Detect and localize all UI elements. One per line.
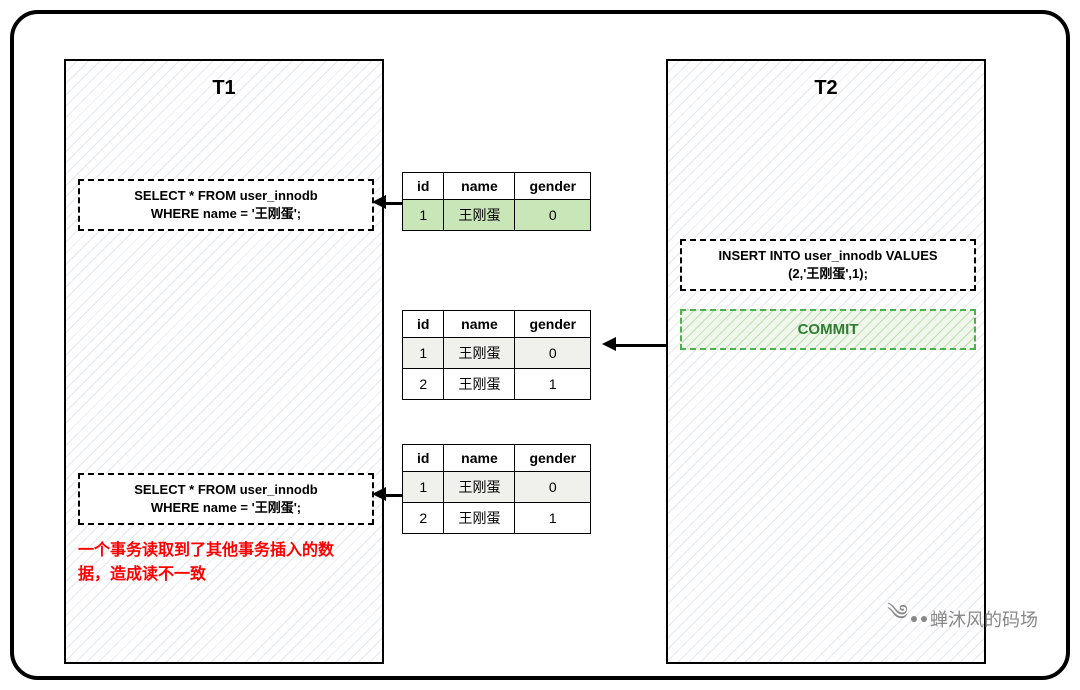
t2-title: T2 (668, 61, 984, 100)
th-name: name (444, 311, 515, 338)
table-row: 1 王刚蛋 0 (403, 200, 591, 231)
cell: 王刚蛋 (444, 338, 515, 369)
t2-insert: INSERT INTO user_innodb VALUES (2,'王刚蛋',… (680, 239, 976, 291)
cell: 1 (403, 338, 444, 369)
watermark: ༄ 蝉沐风的码场 (887, 588, 1038, 650)
cell: 0 (515, 200, 591, 231)
table-row: 2 王刚蛋 1 (403, 369, 591, 400)
cell: 0 (515, 472, 591, 503)
table-header-row: id name gender (403, 173, 591, 200)
cell: 2 (403, 503, 444, 534)
cell: 王刚蛋 (444, 369, 515, 400)
cell: 1 (403, 472, 444, 503)
th-id: id (403, 311, 444, 338)
t1-column: T1 SELECT * FROM user_innodb WHERE name … (64, 59, 384, 664)
sql-line: SELECT * FROM user_innodb (84, 481, 368, 499)
table-row: 1 王刚蛋 0 (403, 472, 591, 503)
commit-label: COMMIT (798, 321, 859, 338)
cell: 1 (403, 200, 444, 231)
th-id: id (403, 445, 444, 472)
th-gender: gender (515, 173, 591, 200)
diagram-frame: T1 SELECT * FROM user_innodb WHERE name … (10, 10, 1070, 680)
table-row: 1 王刚蛋 0 (403, 338, 591, 369)
t1-select-2: SELECT * FROM user_innodb WHERE name = '… (78, 473, 374, 525)
table-header-row: id name gender (403, 311, 591, 338)
table-result-2: id name gender 1 王刚蛋 0 2 王刚蛋 1 (402, 310, 591, 400)
th-name: name (444, 445, 515, 472)
th-gender: gender (515, 311, 591, 338)
th-gender: gender (515, 445, 591, 472)
warning-text: 一个事务读取到了其他事务插入的数据，造成读不一致 (78, 539, 358, 587)
cell: 2 (403, 369, 444, 400)
sql-line: (2,'王刚蛋',1); (686, 265, 970, 283)
t2-column: T2 INSERT INTO user_innodb VALUES (2,'王刚… (666, 59, 986, 664)
watermark-text: 蝉沐风的码场 (930, 606, 1038, 632)
table-result-1: id name gender 1 王刚蛋 0 (402, 172, 591, 231)
t1-title: T1 (66, 61, 382, 100)
t1-select-1: SELECT * FROM user_innodb WHERE name = '… (78, 179, 374, 231)
sql-line: WHERE name = '王刚蛋'; (84, 205, 368, 223)
sql-line: WHERE name = '王刚蛋'; (84, 499, 368, 517)
t2-commit: COMMIT (680, 309, 976, 350)
table-header-row: id name gender (403, 445, 591, 472)
sql-line: SELECT * FROM user_innodb (84, 187, 368, 205)
cell: 王刚蛋 (444, 200, 515, 231)
cell: 王刚蛋 (444, 472, 515, 503)
th-id: id (403, 173, 444, 200)
cell: 1 (515, 369, 591, 400)
cell: 0 (515, 338, 591, 369)
th-name: name (444, 173, 515, 200)
table-result-3: id name gender 1 王刚蛋 0 2 王刚蛋 1 (402, 444, 591, 534)
sql-line: INSERT INTO user_innodb VALUES (686, 247, 970, 265)
table-row: 2 王刚蛋 1 (403, 503, 591, 534)
cell: 1 (515, 503, 591, 534)
cell: 王刚蛋 (444, 503, 515, 534)
